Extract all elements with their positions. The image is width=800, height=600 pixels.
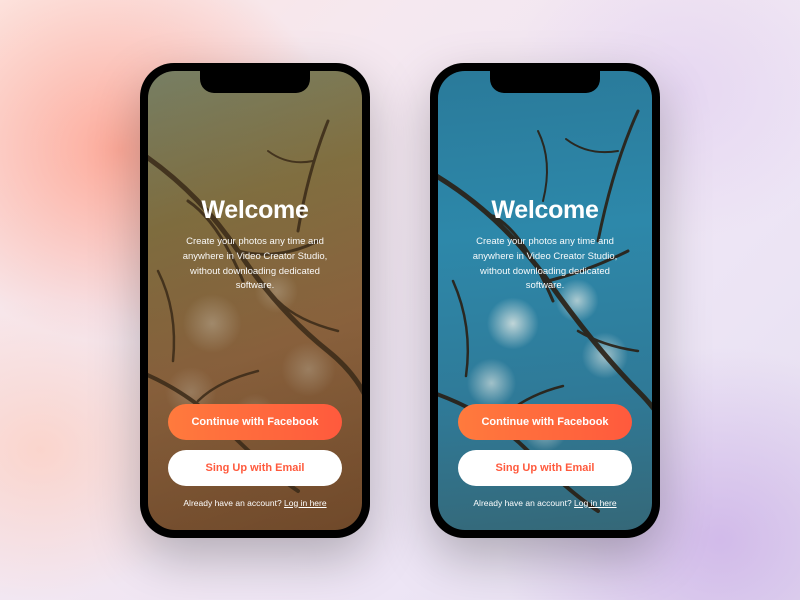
login-link[interactable]: Log in here: [284, 498, 327, 508]
phone-mockup-left: Welcome Create your photos any time and …: [140, 63, 370, 538]
mockup-stage: Welcome Create your photos any time and …: [0, 0, 800, 600]
login-prompt-text: Already have an account?: [473, 498, 574, 508]
continue-facebook-button[interactable]: Continue with Facebook: [168, 404, 342, 440]
login-prompt-text: Already have an account?: [183, 498, 284, 508]
welcome-subtitle: Create your photos any time and anywhere…: [168, 235, 342, 294]
phone-notch: [490, 71, 600, 93]
signup-email-button[interactable]: Sing Up with Email: [168, 450, 342, 486]
continue-facebook-button[interactable]: Continue with Facebook: [458, 404, 632, 440]
onboarding-screen-warm: Welcome Create your photos any time and …: [148, 71, 362, 530]
login-prompt: Already have an account? Log in here: [183, 498, 326, 508]
signup-email-button[interactable]: Sing Up with Email: [458, 450, 632, 486]
login-link[interactable]: Log in here: [574, 498, 617, 508]
login-prompt: Already have an account? Log in here: [473, 498, 616, 508]
onboarding-screen-cool: Welcome Create your photos any time and …: [438, 71, 652, 530]
welcome-subtitle: Create your photos any time and anywhere…: [458, 235, 632, 294]
welcome-title: Welcome: [491, 196, 598, 225]
welcome-title: Welcome: [201, 196, 308, 225]
phone-mockup-right: Welcome Create your photos any time and …: [430, 63, 660, 538]
phone-notch: [200, 71, 310, 93]
